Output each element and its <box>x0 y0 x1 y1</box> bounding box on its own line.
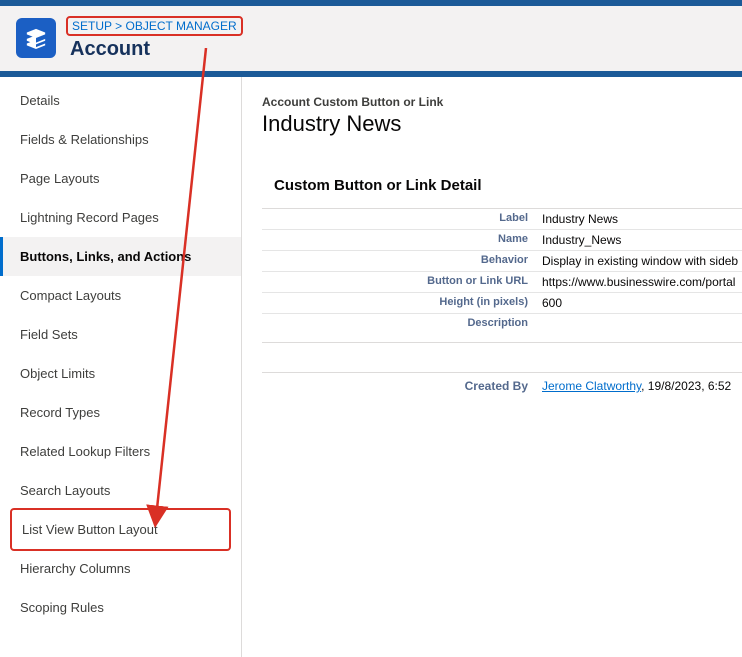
sidebar-item-search-layouts[interactable]: Search Layouts <box>0 471 241 510</box>
record-title: Industry News <box>262 111 742 137</box>
detail-label: Description <box>262 317 542 329</box>
page-header: SETUP > OBJECT MANAGER Account <box>0 6 742 71</box>
created-by-row: Created By Jerome Clatworthy, 19/8/2023,… <box>262 372 742 393</box>
detail-table: Label Industry News Name Industry_News B… <box>262 208 742 332</box>
breadcrumb-object-manager-link[interactable]: OBJECT MANAGER <box>126 19 237 33</box>
detail-value: Display in existing window with sideb <box>542 254 738 268</box>
sidebar-item-record-types[interactable]: Record Types <box>0 393 241 432</box>
breadcrumb-sep: > <box>115 19 122 33</box>
sidebar-item-lightning-record-pages[interactable]: Lightning Record Pages <box>0 198 241 237</box>
record-subheading: Account Custom Button or Link <box>262 95 742 109</box>
sidebar-item-field-sets[interactable]: Field Sets <box>0 315 241 354</box>
sidebar-item-related-lookup-filters[interactable]: Related Lookup Filters <box>0 432 241 471</box>
created-by-user-link[interactable]: Jerome Clatworthy <box>542 379 641 393</box>
sidebar-item-fields-relationships[interactable]: Fields & Relationships <box>0 120 241 159</box>
section-divider <box>262 342 742 372</box>
detail-row-description: Description <box>262 313 742 332</box>
detail-label: Behavior <box>262 254 542 268</box>
sidebar: Details Fields & Relationships Page Layo… <box>0 77 242 657</box>
detail-value: Industry News <box>542 212 618 226</box>
sidebar-item-hierarchy-columns[interactable]: Hierarchy Columns <box>0 549 241 588</box>
sidebar-item-page-layouts[interactable]: Page Layouts <box>0 159 241 198</box>
detail-label: Height (in pixels) <box>262 296 542 310</box>
detail-row-height: Height (in pixels) 600 <box>262 292 742 313</box>
detail-value: 600 <box>542 296 562 310</box>
detail-row-url: Button or Link URL https://www.businessw… <box>262 271 742 292</box>
detail-value: Industry_News <box>542 233 621 247</box>
detail-row-name: Name Industry_News <box>262 229 742 250</box>
created-by-value: Jerome Clatworthy, 19/8/2023, 6:52 <box>542 379 731 393</box>
detail-label: Label <box>262 212 542 226</box>
content-area: Details Fields & Relationships Page Layo… <box>0 77 742 657</box>
created-by-date: , 19/8/2023, 6:52 <box>641 379 731 393</box>
main-panel: Account Custom Button or Link Industry N… <box>242 77 742 657</box>
breadcrumb-setup-link[interactable]: SETUP <box>72 19 112 33</box>
object-manager-icon <box>16 18 56 58</box>
detail-value: https://www.businesswire.com/portal <box>542 275 735 289</box>
detail-row-behavior: Behavior Display in existing window with… <box>262 250 742 271</box>
sidebar-item-object-limits[interactable]: Object Limits <box>0 354 241 393</box>
sidebar-item-buttons-links-actions[interactable]: Buttons, Links, and Actions <box>0 237 241 276</box>
sidebar-item-compact-layouts[interactable]: Compact Layouts <box>0 276 241 315</box>
sidebar-item-list-view-button-layout[interactable]: List View Button Layout <box>10 508 231 551</box>
page-title: Account <box>70 38 243 61</box>
detail-label: Button or Link URL <box>262 275 542 289</box>
detail-label: Name <box>262 233 542 247</box>
created-by-label: Created By <box>262 379 542 393</box>
breadcrumb[interactable]: SETUP > OBJECT MANAGER <box>66 16 243 36</box>
header-text: SETUP > OBJECT MANAGER Account <box>70 16 243 61</box>
sidebar-item-scoping-rules[interactable]: Scoping Rules <box>0 588 241 627</box>
sidebar-item-details[interactable]: Details <box>0 81 241 120</box>
detail-row-label: Label Industry News <box>262 208 742 229</box>
detail-section-title: Custom Button or Link Detail <box>274 177 742 194</box>
